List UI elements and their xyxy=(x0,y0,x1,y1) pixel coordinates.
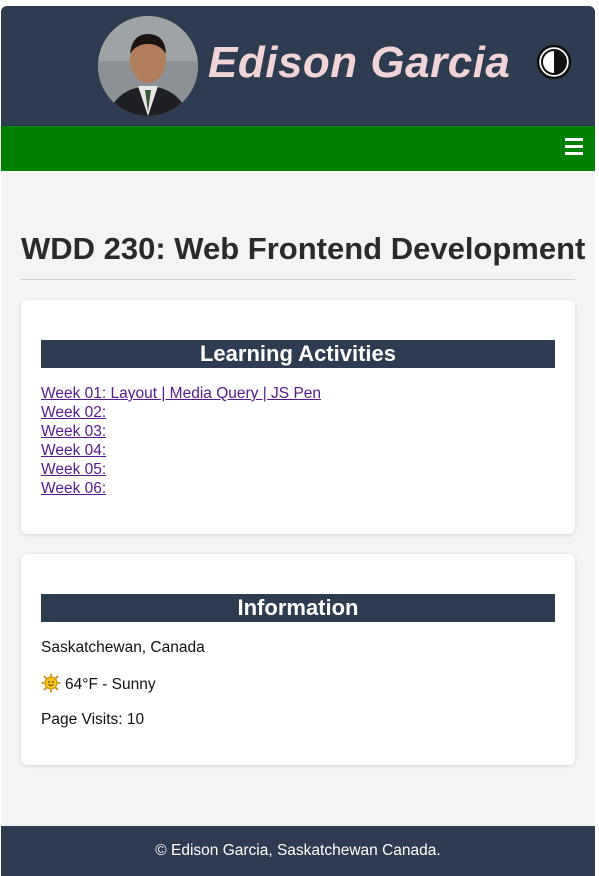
week-05-link[interactable]: Week 05: xyxy=(41,460,106,479)
hamburger-icon[interactable] xyxy=(565,138,583,158)
learning-activities-heading: Learning Activities xyxy=(41,340,555,368)
site-footer: © Edison Garcia, Saskatchewan Canada. xyxy=(1,826,595,876)
main-content: WDD 230: Web Frontend Development Learni… xyxy=(1,231,595,765)
information-card: Information Saskatchewan, Canada 64°F - … xyxy=(21,554,575,765)
site-name: Edison Garcia xyxy=(208,38,511,87)
weather-row: 64°F - Sunny xyxy=(41,673,555,694)
site-header: Edison Garcia xyxy=(1,6,595,126)
information-heading: Information xyxy=(41,594,555,622)
nav-bar xyxy=(1,126,595,171)
page-frame: Edison Garcia WDD 230: Web Frontend Deve… xyxy=(1,6,595,876)
profile-photo xyxy=(98,16,198,116)
footer-text: © Edison Garcia, Saskatchewan Canada. xyxy=(155,842,441,859)
avatar xyxy=(98,16,198,116)
week-03-link[interactable]: Week 03: xyxy=(41,422,106,441)
week-links: Week 01: Layout | Media Query | JS Pen W… xyxy=(41,384,555,498)
page-visits-text: Page Visits: 10 xyxy=(41,711,145,728)
learning-activities-card: Learning Activities Week 01: Layout | Me… xyxy=(21,300,575,534)
location-text: Saskatchewan, Canada xyxy=(41,639,205,656)
week-06-link[interactable]: Week 06: xyxy=(41,479,106,498)
week-02-link[interactable]: Week 02: xyxy=(41,403,106,422)
page-title: WDD 230: Web Frontend Development xyxy=(21,231,585,280)
week-04-link[interactable]: Week 04: xyxy=(41,441,106,460)
week-01-link[interactable]: Week 01: Layout | Media Query | JS Pen xyxy=(41,384,321,403)
weather-text: 64°F - Sunny xyxy=(65,676,156,693)
sun-icon xyxy=(41,673,61,693)
contrast-icon[interactable] xyxy=(536,44,572,80)
